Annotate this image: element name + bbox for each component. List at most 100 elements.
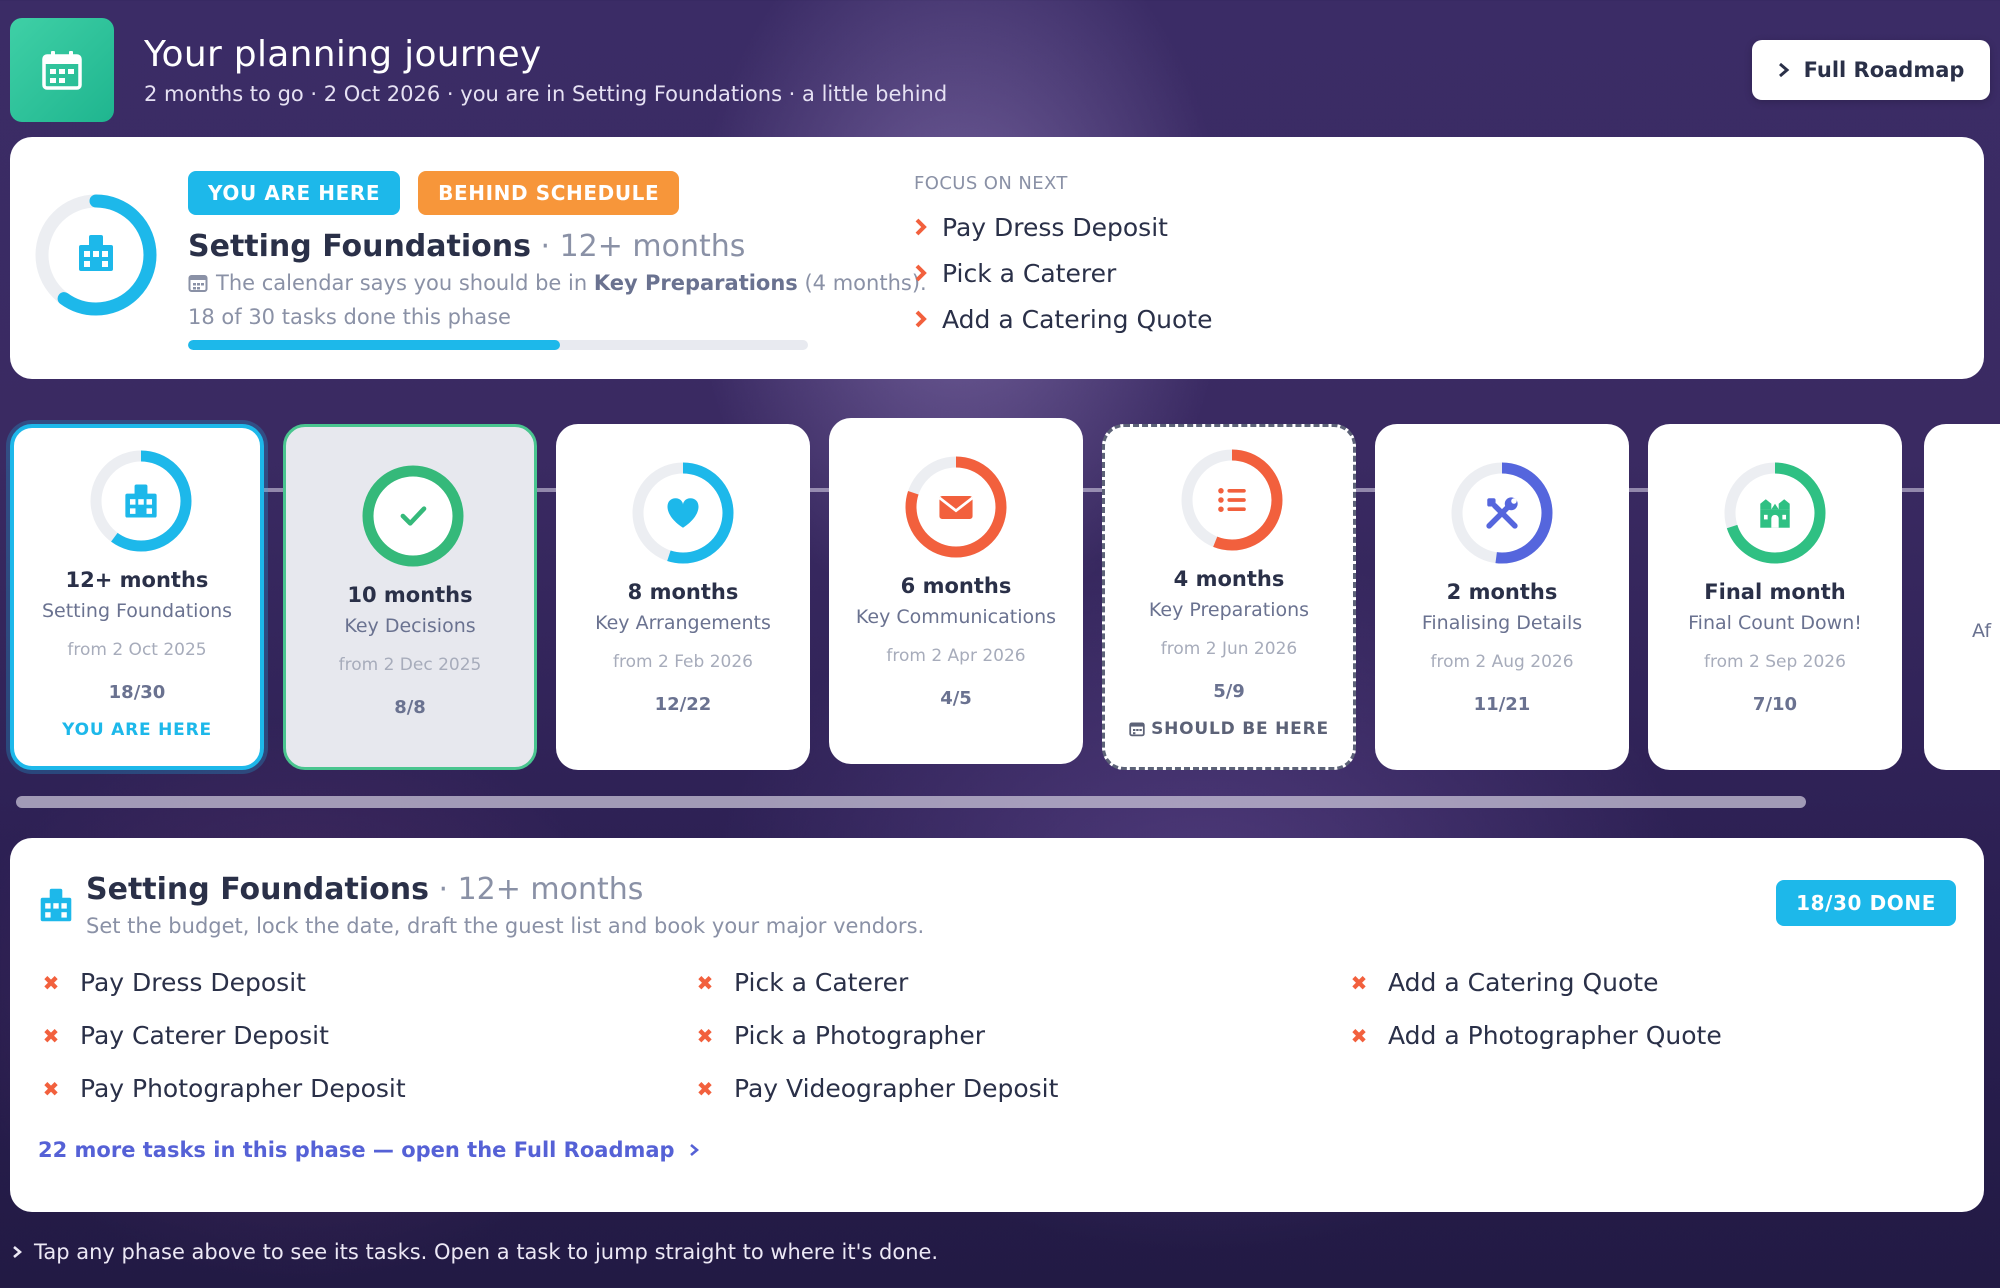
incomplete-x-icon: ✖ [42,1023,60,1048]
calendar-hint: The calendar says you should be in Key P… [188,271,927,295]
church-icon [1760,499,1790,528]
incomplete-x-icon: ✖ [696,1023,714,1048]
phase-duration: 2 months [1446,580,1558,604]
calendar-icon [1129,722,1145,737]
phase-card-1[interactable]: 12+ months Setting Foundations from 2 Oc… [10,424,264,770]
you-are-here-badge: YOU ARE HERE [188,171,401,215]
phase-name: Key Decisions [344,615,476,637]
task-label: Add a Catering Quote [1388,968,1659,997]
calendar-hint-suffix: (4 months). [797,271,927,295]
phase-progress-bar [188,340,808,350]
phase-card-4[interactable]: 6 months Key Communications from 2 Apr 2… [829,418,1083,764]
phase-task-count: 11/21 [1473,694,1531,715]
focus-item[interactable]: Add a Catering Quote [914,296,1212,342]
building-icon [40,888,72,922]
more-tasks-label: 22 more tasks in this phase — open the F… [38,1138,675,1162]
current-phase-progress-ring [35,194,157,316]
task-label: Pay Dress Deposit [80,968,306,997]
footer-tip: Tap any phase above to see its tasks. Op… [12,1240,938,1264]
full-roadmap-button[interactable]: Full Roadmap [1752,40,1990,100]
current-phase-title: Setting Foundations · 12+ months [188,229,745,264]
phase-task-count: 18/30 [108,682,166,703]
task-item[interactable]: ✖ Pick a Photographer [696,1009,1350,1062]
tools-icon [1486,497,1518,529]
calendar-icon [10,18,114,122]
phase-start-date: from 2 Feb 2026 [613,652,753,672]
building-icon [125,484,157,518]
phase-start-date: from 2 Aug 2026 [1430,652,1574,672]
focus-heading: FOCUS ON NEXT [914,173,1068,194]
phase-card-5[interactable]: 4 months Key Preparations from 2 Jun 202… [1102,424,1356,770]
phase-name: Key Preparations [1148,599,1310,621]
detail-phase-title: Setting Foundations · 12+ months [86,872,643,907]
current-badges: YOU ARE HERE BEHIND SCHEDULE [188,171,680,215]
more-tasks-link[interactable]: 22 more tasks in this phase — open the F… [38,1138,699,1162]
task-label: Pick a Caterer [734,968,909,997]
phase-name: Key Arrangements [595,612,771,634]
task-label: Add a Photographer Quote [1388,1021,1722,1050]
task-label: Pay Photographer Deposit [80,1074,406,1103]
chevron-right-icon [915,218,927,236]
task-item[interactable]: ✖ Add a Catering Quote [1350,956,1990,1009]
focus-item-label: Add a Catering Quote [942,304,1213,334]
detail-phase-description: Set the budget, lock the date, draft the… [86,914,925,938]
phase-card-6[interactable]: 2 months Finalising Details from 2 Aug 2… [1375,424,1629,770]
phase-progress-ring [1724,462,1826,564]
task-list: ✖ Pay Dress Deposit ✖ Pick a Caterer ✖ Add a … [42,956,1992,1115]
phase-card-partial[interactable]: Af [1924,424,2000,770]
task-item[interactable]: ✖ Add a Photographer Quote [1350,1009,1990,1062]
chevron-right-icon [915,264,927,282]
task-label: Pay Videographer Deposit [734,1074,1059,1103]
phase-duration: 8 months [627,580,739,604]
current-phase-duration: · 12+ months [530,229,746,264]
list-icon [1218,488,1246,512]
phase-progress-ring [632,462,734,564]
phase-start-date: from 2 Sep 2026 [1704,652,1846,672]
calendar-hint-prefix: The calendar says you should be in [216,271,594,295]
phase-detail-card: Setting Foundations · 12+ months Set the… [10,838,1984,1212]
phase-task-count: 4/5 [940,688,972,709]
chevron-right-icon [689,1144,699,1156]
phase-tag-label: SHOULD BE HERE [1151,719,1329,739]
focus-item[interactable]: Pay Dress Deposit [914,204,1212,250]
task-item[interactable]: ✖ Pay Photographer Deposit [42,1062,696,1115]
focus-item-label: Pay Dress Deposit [942,212,1168,242]
phase-progress-ring [1451,462,1553,564]
calendar-hint-phase: Key Preparations [593,271,798,295]
focus-item-label: Pick a Caterer [942,258,1117,288]
incomplete-x-icon: ✖ [1350,1023,1368,1048]
incomplete-x-icon: ✖ [42,970,60,995]
incomplete-x-icon: ✖ [696,970,714,995]
phase-card-7[interactable]: Final month Final Count Down! from 2 Sep… [1648,424,1902,770]
phase-start-date: from 2 Jun 2026 [1160,639,1298,659]
phase-name: Key Communications [855,606,1057,628]
phase-name: Finalising Details [1421,612,1583,634]
tasks-done-badge: 18/30 DONE [1776,880,1956,926]
task-item[interactable]: ✖ Pay Dress Deposit [42,956,696,1009]
phase-progress-ring [90,450,192,552]
phase-duration: Final month [1704,580,1846,604]
phase-card-2[interactable]: 10 months Key Decisions from 2 Dec 2025 … [283,424,537,770]
phase-name: Setting Foundations [41,600,233,622]
phase-name: Final Count Down! [1688,612,1862,634]
task-item[interactable]: ✖ Pay Caterer Deposit [42,1009,696,1062]
full-roadmap-label: Full Roadmap [1803,58,1965,82]
phase-name-partial: Af [1972,620,1992,642]
envelope-icon [938,495,974,519]
chevron-right-icon [13,1246,22,1258]
incomplete-x-icon: ✖ [1350,970,1368,995]
page-subtitle: 2 months to go · 2 Oct 2026 · you are in… [144,82,948,106]
phase-tag: SHOULD BE HERE [1105,719,1353,739]
task-item[interactable]: ✖ Pay Videographer Deposit [696,1062,1350,1115]
phase-duration: 12+ months [65,568,209,592]
detail-phase-duration: · 12+ months [428,872,644,907]
journey-header: Your planning journey 2 months to go · 2… [10,18,1990,124]
phase-card-3[interactable]: 8 months Key Arrangements from 2 Feb 202… [556,424,810,770]
focus-item[interactable]: Pick a Caterer [914,250,1212,296]
phase-start-date: from 2 Apr 2026 [886,646,1026,666]
phase-duration: 6 months [900,574,1012,598]
phase-strip-scrollbar[interactable] [16,796,1806,808]
behind-schedule-badge: BEHIND SCHEDULE [418,171,680,215]
current-phase-card: YOU ARE HERE BEHIND SCHEDULE Setting Fou… [10,137,1984,379]
task-item[interactable]: ✖ Pick a Caterer [696,956,1350,1009]
